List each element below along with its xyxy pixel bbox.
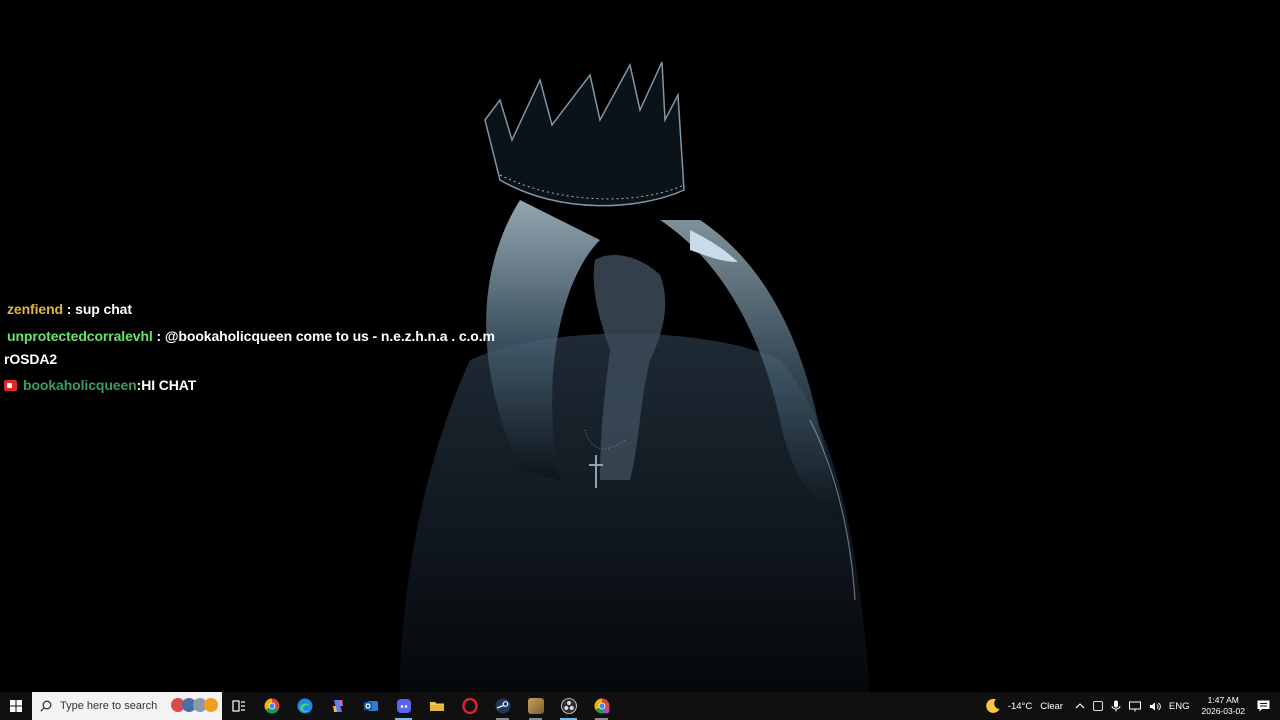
clock[interactable]: 1:47 AM 2026-03-02 (1202, 695, 1245, 717)
search-placeholder: Type here to search (60, 700, 158, 712)
discord-icon[interactable] (387, 692, 420, 720)
copilot-icon[interactable] (321, 692, 354, 720)
search-icon (40, 700, 52, 712)
task-view-glyph (231, 700, 245, 712)
steam-icon[interactable] (486, 692, 519, 720)
moon-icon (986, 698, 1000, 713)
copilot-glyph (332, 700, 343, 712)
stream-chat-overlay: zenfiend : sup chat unprotectedcorralevh… (0, 0, 540, 420)
notifications-icon[interactable] (1257, 700, 1270, 712)
chat-text: HI CHAT (141, 377, 197, 393)
mic-glyph (1111, 700, 1121, 712)
chat-message: unprotectedcorralevhl : @bookaholicqueen… (7, 328, 495, 344)
obs-icon[interactable] (552, 692, 585, 720)
clock-time: 1:47 AM (1207, 695, 1239, 705)
system-tray: -14°C Clear ENG 1:47 AM 2026-03-02 (985, 692, 1280, 720)
chat-username: unprotectedcorralevhl (7, 328, 153, 344)
taskbar-search-box[interactable]: Type here to search (32, 692, 222, 720)
chat-username: zenfiend (7, 301, 63, 317)
chevron-up-icon[interactable] (1075, 701, 1085, 711)
obs-glyph (560, 698, 577, 714)
network-glyph (1128, 701, 1141, 711)
chrome-icon[interactable] (255, 692, 288, 720)
app-glyph (527, 698, 544, 714)
chrome-profile-icon[interactable] (585, 692, 618, 720)
outlook-glyph (363, 701, 378, 711)
chat-separator: : (62, 301, 76, 317)
search-highlight-icon (171, 698, 218, 712)
chat-text: @bookaholicqueen come to us - n.e.z.h.n.… (164, 328, 495, 344)
edge-icon[interactable] (288, 692, 321, 720)
chat-separator: : (152, 328, 165, 344)
broadcaster-icon (4, 379, 17, 391)
chevron-glyph (1075, 703, 1085, 709)
steam-glyph (495, 698, 510, 714)
start-button[interactable] (0, 692, 32, 720)
language-indicator[interactable]: ENG (1169, 701, 1190, 712)
windows-logo-icon (10, 700, 22, 712)
camera-tray-icon[interactable] (1092, 701, 1103, 711)
chat-username: bookaholicqueen (23, 377, 137, 393)
discord-glyph (396, 699, 411, 713)
taskbar: Type here to search -14°C Clear ENG 1:47… (0, 692, 1280, 720)
volume-glyph (1149, 702, 1161, 710)
weather-temperature: -14°C (1007, 700, 1033, 712)
chrome-profile-glyph (594, 698, 609, 714)
weather-widget[interactable]: -14°C Clear (985, 698, 1063, 714)
volume-icon[interactable] (1149, 701, 1161, 712)
chat-text: sup chat (75, 301, 132, 317)
edge-glyph (297, 698, 312, 714)
camera-glyph (1092, 701, 1103, 711)
chrome-glyph (264, 698, 279, 714)
chat-message: zenfiend : sup chat (7, 301, 132, 317)
task-view-icon[interactable] (222, 692, 255, 720)
file-explorer-icon[interactable] (420, 692, 453, 720)
folder-glyph (429, 702, 444, 711)
microphone-icon[interactable] (1111, 700, 1121, 712)
chat-text-continued: rOSDA2 (4, 351, 58, 367)
notification-glyph (1257, 700, 1270, 712)
opera-icon[interactable] (453, 692, 486, 720)
chat-message: bookaholicqueen : HI CHAT (4, 377, 196, 393)
weather-condition: Clear (1040, 700, 1063, 712)
opera-glyph (461, 698, 478, 714)
network-icon[interactable] (1128, 701, 1141, 712)
app-icon[interactable] (519, 692, 552, 720)
clock-date: 2026-03-02 (1201, 706, 1245, 716)
outlook-icon[interactable] (354, 692, 387, 720)
